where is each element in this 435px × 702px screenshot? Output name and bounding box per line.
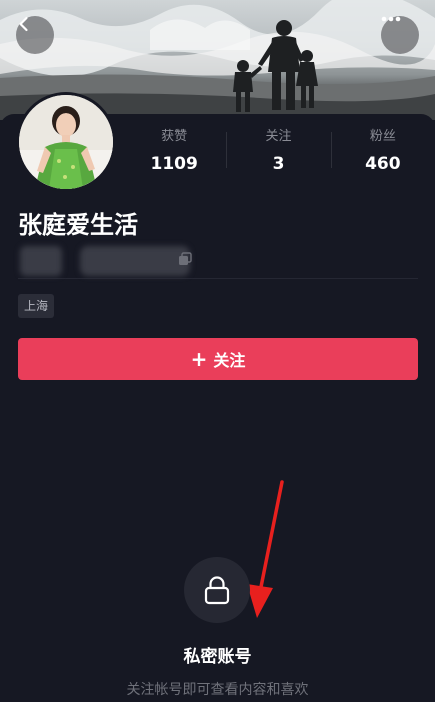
location-tag: 上海 — [18, 294, 55, 318]
back-button[interactable] — [16, 16, 54, 54]
copy-icon[interactable] — [178, 252, 192, 266]
private-account-description: 关注帐号即可查看内容和喜欢 — [126, 682, 309, 698]
stat-likes[interactable]: 获赞 1109 — [122, 128, 226, 184]
more-dots-icon — [381, 16, 401, 22]
redacted-id — [20, 246, 62, 276]
stat-label: 粉丝 — [369, 129, 396, 144]
profile-name: 张庭爱生活 — [18, 211, 138, 239]
plus-icon: + — [190, 347, 208, 371]
avatar-photo — [19, 95, 113, 189]
redacted-id — [80, 246, 190, 276]
private-account-title: 私密账号 — [183, 647, 252, 667]
profile-stats: 获赞 1109 关注 3 粉丝 460 — [122, 128, 435, 184]
avatar[interactable] — [16, 92, 116, 192]
follow-button[interactable]: + 关注 — [18, 338, 418, 380]
stat-value: 1109 — [150, 154, 198, 174]
account-id-row — [18, 244, 418, 279]
profile-screen: 获赞 1109 关注 3 粉丝 460 张庭爱生活 上海 + 关注 私密账号 关… — [0, 0, 435, 702]
stat-value: 3 — [272, 154, 285, 174]
more-button[interactable] — [381, 16, 419, 54]
chevron-left-icon — [19, 16, 28, 32]
stat-label: 关注 — [265, 129, 292, 144]
stat-label: 获赞 — [161, 129, 188, 144]
follow-label: 关注 — [213, 351, 246, 370]
lock-icon — [204, 576, 230, 605]
stat-followers[interactable]: 粉丝 460 — [330, 128, 435, 184]
stat-following[interactable]: 关注 3 — [226, 128, 330, 184]
avatar-portrait — [19, 95, 113, 189]
stat-value: 460 — [365, 154, 401, 174]
lock-badge — [184, 557, 250, 623]
